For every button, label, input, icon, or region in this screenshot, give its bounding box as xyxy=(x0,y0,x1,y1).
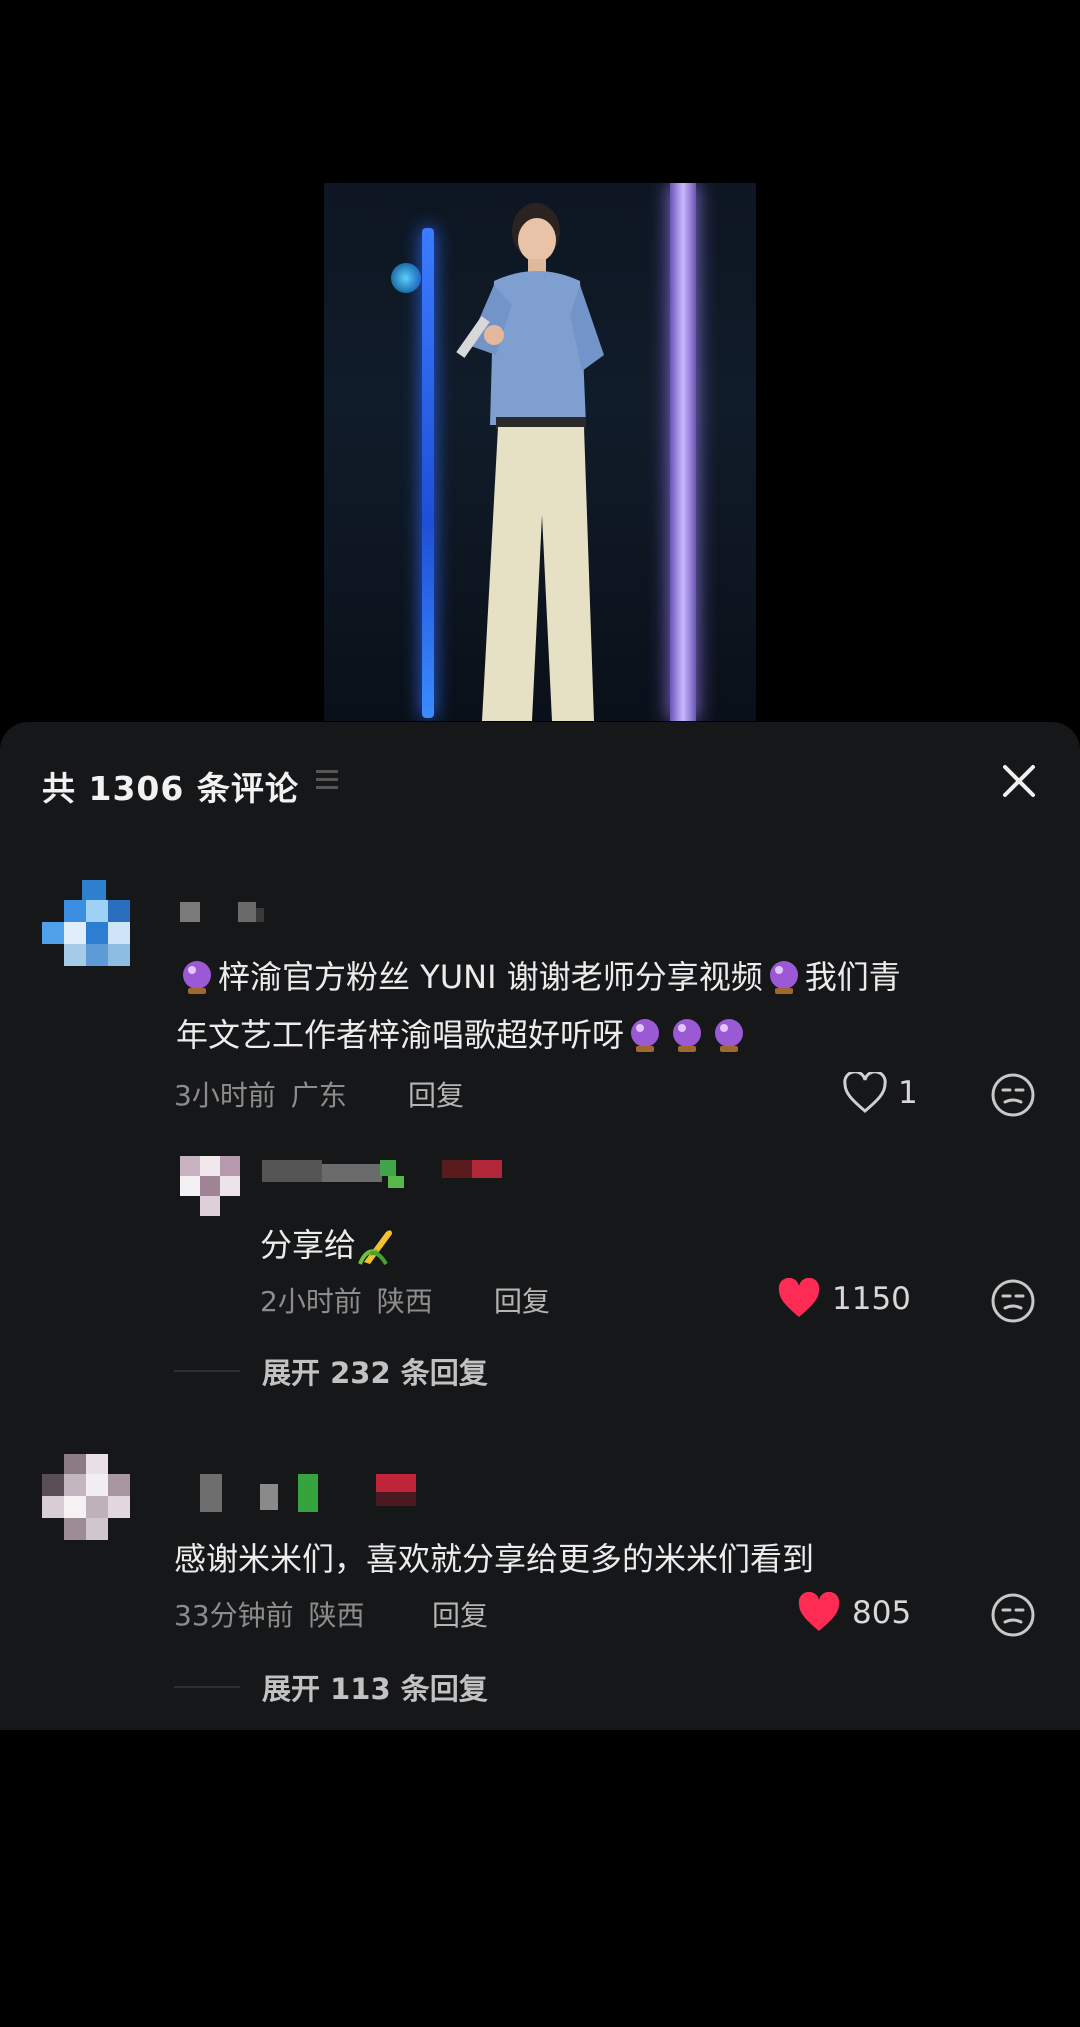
reply-button[interactable]: 回复 xyxy=(494,1280,550,1320)
avatar[interactable] xyxy=(180,1156,242,1218)
expand-replies-button[interactable]: 展开 232 条回复 xyxy=(174,1350,488,1392)
like-count: 1 xyxy=(898,1075,918,1111)
comment-meta: 2小时前 陕西 xyxy=(260,1280,433,1320)
comment-text: 分享给 xyxy=(260,1216,396,1274)
reply-button[interactable]: 回复 xyxy=(408,1074,464,1114)
crystal-ball-icon xyxy=(631,1019,660,1052)
comment-time: 3小时前 xyxy=(174,1079,276,1112)
divider-line xyxy=(174,1686,240,1688)
stage-light-bar-right xyxy=(670,183,696,721)
like-count: 1150 xyxy=(832,1281,911,1317)
comment-meta: 3小时前 广东 xyxy=(174,1074,347,1114)
crystal-ball-icon xyxy=(715,1019,744,1052)
avatar[interactable] xyxy=(42,1454,146,1558)
crystal-ball-icon xyxy=(673,1019,702,1052)
expand-replies-button[interactable]: 展开 113 条回复 xyxy=(174,1666,488,1708)
comment-time: 33分钟前 xyxy=(174,1599,294,1632)
comment-time: 2小时前 xyxy=(260,1285,362,1318)
username-blurred[interactable] xyxy=(262,1160,522,1200)
comment-location: 广东 xyxy=(290,1079,347,1112)
comment-count-title: 共 1306 条评论 xyxy=(42,769,299,808)
crystal-ball-icon xyxy=(769,961,798,994)
menu-lines-icon[interactable] xyxy=(316,770,338,790)
reply-button[interactable]: 回复 xyxy=(432,1594,488,1634)
performer-figure xyxy=(456,203,604,721)
emoji-icon[interactable] xyxy=(990,1592,1036,1638)
emoji-icon[interactable] xyxy=(990,1278,1036,1324)
heart-icon xyxy=(778,1278,820,1317)
close-icon[interactable] xyxy=(996,758,1042,804)
heart-icon xyxy=(843,1072,887,1113)
comment-meta: 33分钟前 陕西 xyxy=(174,1594,365,1634)
comments-panel: 共 1306 条评论 梓渝官方粉丝 YUNI 谢谢老师分享视频 我们青 年文艺工作… xyxy=(0,722,1080,1730)
heart-icon xyxy=(798,1592,840,1631)
like-button[interactable]: 805 xyxy=(796,1592,911,1634)
comment-location: 陕西 xyxy=(308,1599,365,1632)
comment-text: 梓渝官方粉丝 YUNI 谢谢老师分享视频 我们青 年文艺工作者梓渝唱歌超好听呀 xyxy=(176,958,901,1054)
crystal-ball-icon xyxy=(183,961,211,994)
stage-light-bar-left xyxy=(422,228,434,718)
like-count: 805 xyxy=(852,1595,912,1631)
stage-spotlight xyxy=(391,263,421,293)
video-preview[interactable] xyxy=(324,183,756,721)
username-blurred[interactable] xyxy=(180,1474,440,1514)
like-button[interactable]: 1 xyxy=(842,1072,918,1114)
avatar[interactable] xyxy=(42,880,146,984)
comment-text: 感谢米米们，喜欢就分享给更多的米米们看到 xyxy=(174,1540,815,1578)
comment-location: 陕西 xyxy=(376,1285,433,1318)
username-blurred[interactable] xyxy=(180,902,300,926)
divider-line xyxy=(174,1370,240,1372)
corn-icon xyxy=(358,1230,393,1266)
emoji-icon[interactable] xyxy=(990,1072,1036,1118)
like-button[interactable]: 1150 xyxy=(776,1278,911,1320)
